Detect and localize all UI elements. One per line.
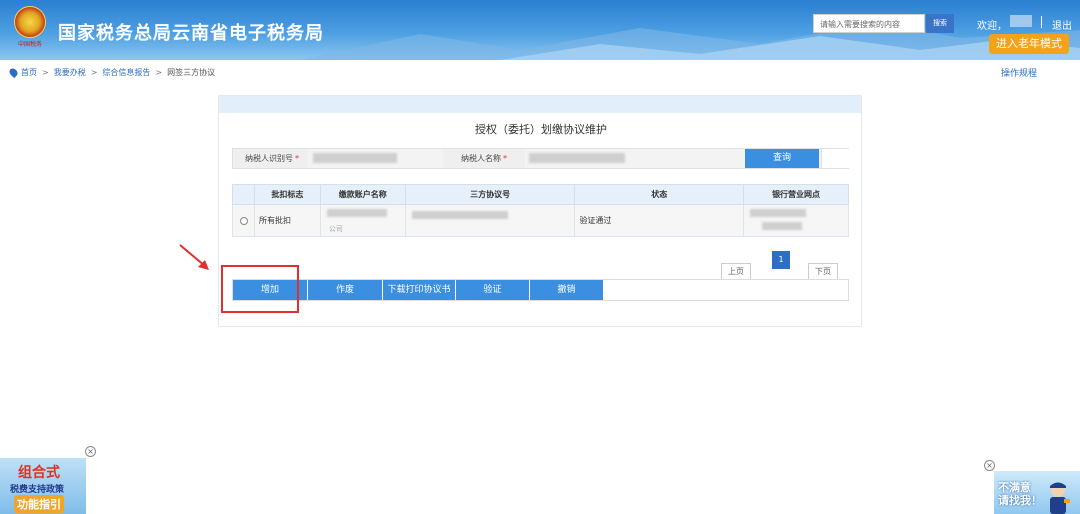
tax-emblem-icon <box>14 6 46 38</box>
site-title: 国家税务总局云南省电子税务局 <box>58 23 324 44</box>
table-header-row: 批扣标志 缴款账户名称 三方协议号 状态 银行营业网点 <box>232 184 849 205</box>
breadcrumb-home[interactable]: 首页 <box>21 67 37 78</box>
breadcrumb-separator: > <box>90 68 98 77</box>
download-print-button[interactable]: 下载打印协议书 <box>383 280 455 300</box>
cell-bank <box>743 204 849 237</box>
panel-title: 授权（委托）划缴协议维护 <box>475 123 607 136</box>
taxpayer-name-label-text: 纳税人名称 <box>461 154 501 163</box>
policy-guide-widget[interactable]: 组合式 税费支持政策 功能指引 <box>0 458 86 514</box>
logout-link[interactable]: 退出 <box>1052 17 1072 32</box>
column-header-account: 缴款账户名称 <box>319 184 406 205</box>
widget-line2: 税费支持政策 <box>10 485 65 495</box>
breadcrumb: 首页 > 我要办税 > 综合信息报告 > 网签三方协议 <box>7 66 216 79</box>
agreement-panel: 授权（委托）划缴协议维护 纳税人识别号 * 纳税人名称 * 查询 批扣标志 缴款账户… <box>218 95 862 327</box>
officer-mascot-icon <box>1050 482 1070 514</box>
close-icon[interactable]: × <box>984 460 995 471</box>
column-header-status: 状态 <box>574 184 745 205</box>
revoke-button[interactable]: 撤销 <box>530 280 603 300</box>
column-header-flag: 批扣标志 <box>253 184 321 205</box>
void-button[interactable]: 作废 <box>308 280 382 300</box>
site-header: 中国税务 国家税务总局云南省电子税务局 请输入需要搜索的内容 搜索 欢迎， 退出… <box>0 0 1080 60</box>
feedback-text: 不满意 请找我！ <box>998 481 1044 507</box>
widget-line1: 组合式 <box>18 465 60 481</box>
username-redacted <box>1010 15 1032 27</box>
filter-row: 纳税人识别号 * 纳税人名称 * 查询 <box>232 148 849 169</box>
feedback-widget[interactable]: 不满意 请找我！ <box>994 471 1080 514</box>
required-mark: * <box>295 154 299 163</box>
red-arrow-icon <box>179 244 209 270</box>
taxpayer-name-label: 纳税人名称 * <box>443 149 525 168</box>
panel-header-bar <box>219 96 861 113</box>
protocol-redacted <box>411 211 508 219</box>
taxpayer-id-field[interactable] <box>313 153 397 163</box>
verify-button[interactable]: 验证 <box>456 280 529 300</box>
filter-spacer <box>821 149 849 168</box>
cell-account: 公司 <box>319 204 406 237</box>
feedback-line1: 不满意 <box>998 481 1031 494</box>
account-suffix: 公司 <box>328 225 343 233</box>
breadcrumb-current: 网签三方协议 <box>167 68 216 77</box>
query-button[interactable]: 查询 <box>745 149 819 168</box>
search-button[interactable]: 搜索 <box>926 14 954 33</box>
page-number-current[interactable]: 1 <box>772 251 790 269</box>
highlight-box <box>221 265 299 313</box>
feedback-line2: 请找我！ <box>998 494 1042 507</box>
operation-guide-link[interactable]: 操作规程 <box>1001 66 1037 79</box>
location-pin-icon <box>7 66 20 79</box>
close-icon[interactable]: × <box>85 446 96 457</box>
table-row[interactable]: 所有批扣 公司 验证通过 <box>232 204 849 237</box>
search-input[interactable]: 请输入需要搜索的内容 <box>813 14 925 33</box>
required-mark: * <box>503 154 507 163</box>
taxpayer-id-label: 纳税人识别号 * <box>233 149 308 168</box>
row-select-cell[interactable] <box>232 204 255 237</box>
taxpayer-name-field[interactable] <box>529 153 625 163</box>
action-toolbar: 增加 作废 下载打印协议书 验证 撤销 <box>232 279 849 301</box>
bank-redacted <box>750 209 807 217</box>
taxpayer-id-label-text: 纳税人识别号 <box>245 154 293 163</box>
account-redacted <box>326 209 387 217</box>
column-header-select <box>232 184 255 205</box>
column-header-bank: 银行营业网点 <box>743 184 849 205</box>
emblem-caption: 中国税务 <box>17 41 42 48</box>
row-radio[interactable] <box>240 216 248 225</box>
breadcrumb-report[interactable]: 综合信息报告 <box>102 67 150 78</box>
agreement-table: 批扣标志 缴款账户名称 三方协议号 状态 银行营业网点 所有批扣 公司 验证通过 <box>232 184 849 237</box>
bank-redacted-2 <box>762 222 803 230</box>
column-header-protocol: 三方协议号 <box>404 184 576 205</box>
cell-flag: 所有批扣 <box>253 204 321 237</box>
breadcrumb-separator: > <box>155 68 163 77</box>
widget-line3: 功能指引 <box>14 495 64 513</box>
cell-status: 验证通过 <box>574 204 745 237</box>
breadcrumb-tax[interactable]: 我要办税 <box>54 67 86 78</box>
cell-protocol <box>404 204 576 237</box>
welcome-text: 欢迎， <box>977 21 1007 32</box>
elder-mode-button[interactable]: 进入老年模式 <box>989 34 1069 54</box>
header-divider <box>1041 16 1042 28</box>
breadcrumb-separator: > <box>42 68 49 77</box>
